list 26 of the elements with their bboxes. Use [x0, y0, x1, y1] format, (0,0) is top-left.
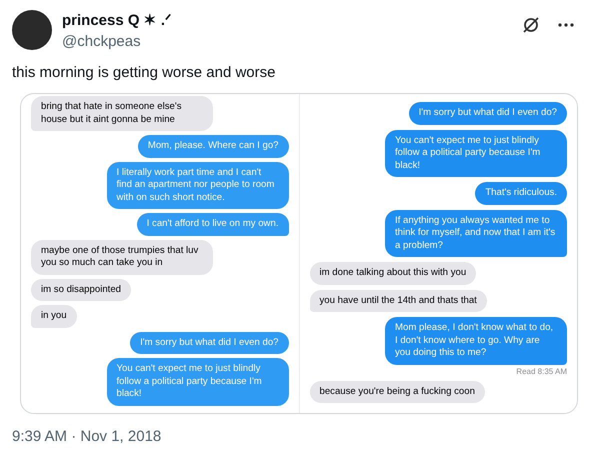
sent-message: I'm sorry but what did I even do? [408, 102, 567, 124]
received-message: bring that hate in someone else's house but it aint gonna be mine [31, 96, 213, 131]
sent-message: I'm sorry but what did I even do? [130, 332, 288, 354]
sent-message: If anything you always wanted me to think for myself, and now that I am it's a problem? [385, 210, 567, 257]
sent-message: Mom, please. Where can I go? [138, 135, 288, 158]
received-message: im done talking about this with you [310, 262, 476, 284]
read-receipt: Read 8:35 AM [515, 366, 567, 376]
tweet-text: this morning is getting worse and worse [12, 64, 276, 81]
sent-message: You can't expect me to just blindly follow a political party because I'm black! [385, 130, 567, 177]
image-card[interactable] [20, 93, 578, 414]
slashed-circle-icon[interactable] [522, 16, 540, 34]
sent-message: That's ridiculous. [475, 182, 567, 204]
sent-message: Mom please, I don't know what to do, I don't know where to go. Why are you doing this to me? [385, 317, 567, 364]
received-message: because you're being a fucking coon [310, 380, 485, 403]
avatar-circle[interactable] [12, 10, 52, 50]
more-icon[interactable] [558, 23, 574, 27]
received-message: in you [31, 305, 77, 328]
received-message: you have until the 14th and thats that [310, 290, 487, 312]
user-handle[interactable]: @chckpeas [62, 33, 512, 50]
display-name[interactable]: princess Q ✶ .ᐟ [62, 11, 512, 29]
post-timestamp[interactable]: 9:39 AM · Nov 1, 2018 [12, 428, 580, 445]
sent-message: I literally work part time and I can't find an apartment nor people to room with on such short notice. [106, 162, 288, 209]
received-message: maybe one of those trumpies that luv you so much can take you in [31, 240, 213, 274]
sent-message: You can't expect me to just blindly follow a political party because I'm black! [106, 358, 288, 406]
received-message: im so disappointed [31, 278, 131, 301]
sent-message: I can't afford to live on my own. [136, 213, 288, 236]
